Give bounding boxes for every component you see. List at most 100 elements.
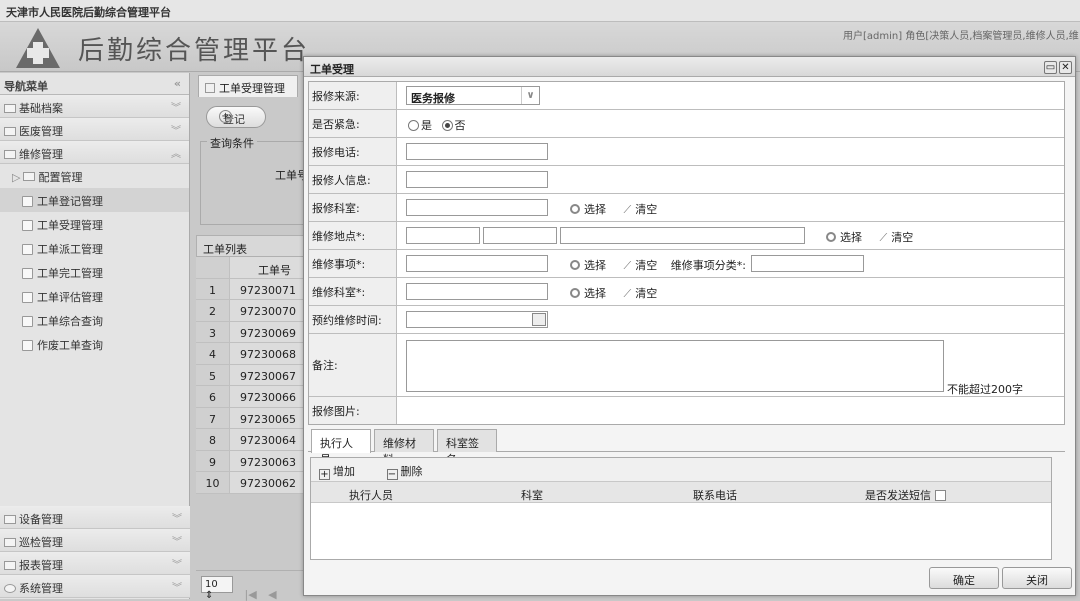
row-number: 9 (196, 450, 230, 471)
sidebar-section-medwaste[interactable]: 医废管理 ︾ (0, 118, 189, 141)
clear-button[interactable]: 清空 (891, 231, 913, 244)
folder-icon (4, 127, 16, 136)
sidebar-item-voided[interactable]: 作废工单查询 (0, 332, 189, 356)
sidebar-item-config[interactable]: ▷ 配置管理 (0, 164, 189, 188)
tab-work-order-accept[interactable]: 工单受理管理 (198, 75, 298, 97)
label-location: 维修地点*: (309, 222, 397, 249)
tab-dept-signature[interactable]: 科室签名 (437, 429, 497, 466)
row-urgent: 是否紧急: 是 否 (309, 110, 1064, 138)
document-icon (22, 220, 33, 231)
chevron-down-icon: ︾ (172, 514, 182, 525)
select-button[interactable]: 选择 (584, 203, 606, 216)
label-item-category: 维修事项分类*: (670, 259, 746, 272)
item-category-input[interactable] (751, 255, 864, 272)
prev-page-icon[interactable]: ◀ (268, 588, 276, 601)
sidebar-section-repair[interactable]: 维修管理 ︽ (0, 141, 189, 164)
sidebar-item-evaluate[interactable]: 工单评估管理 (0, 284, 189, 308)
table-row[interactable]: 4 97230068 (196, 343, 306, 365)
clear-button[interactable]: 清空 (635, 203, 657, 216)
panel-table-header: 执行人员 科室 联系电话 是否发送短信 (311, 482, 1051, 503)
row-number: 8 (196, 429, 230, 450)
appointment-input[interactable] (406, 311, 548, 328)
chevron-up-icon: ︽ (171, 149, 181, 160)
dept-input[interactable] (406, 199, 548, 216)
sidebar-section-system[interactable]: 系统管理 ︾ (0, 575, 190, 598)
label-reporter: 报修人信息: (309, 166, 397, 193)
folder-icon (4, 150, 16, 159)
label-source: 报修来源: (309, 82, 397, 109)
table-row[interactable]: 5 97230067 (196, 364, 306, 386)
location-input-3[interactable] (560, 227, 805, 244)
row-remark: 备注: 不能超过200字 (309, 334, 1064, 397)
sidebar-item-dispatch[interactable]: 工单派工管理 (0, 236, 189, 260)
maximize-icon[interactable]: ▭ (1044, 61, 1057, 74)
plus-icon: + (319, 469, 330, 480)
clear-button[interactable]: 清空 (635, 287, 657, 300)
table-row[interactable]: 9 97230063 (196, 450, 306, 472)
row-photo: 报修图片: (309, 397, 1064, 424)
calendar-icon[interactable] (532, 313, 546, 326)
table-row[interactable]: 1 97230071 (196, 278, 306, 300)
delete-button[interactable]: − 删除 (386, 465, 437, 480)
phone-input[interactable] (406, 143, 548, 160)
table-row[interactable]: 2 97230070 (196, 300, 306, 322)
select-button[interactable]: 选择 (584, 259, 606, 272)
add-label: 增加 (333, 465, 355, 478)
eraser-icon: ⟋ (623, 287, 632, 300)
first-page-icon[interactable]: |◀ (245, 588, 257, 601)
item-label: 工单登记管理 (37, 195, 103, 208)
row-id: 97230065 (240, 412, 296, 426)
query-legend: 查询条件 (207, 135, 257, 151)
table-row[interactable]: 3 97230069 (196, 321, 306, 343)
search-icon (826, 232, 836, 242)
remark-textarea[interactable] (406, 340, 944, 392)
table-row[interactable]: 6 97230066 (196, 386, 306, 408)
location-input-1[interactable] (406, 227, 480, 244)
table-row[interactable]: 7 97230065 (196, 407, 306, 429)
select-all-checkbox[interactable] (935, 490, 946, 501)
table-row[interactable]: 10 97230062 (196, 472, 306, 494)
column-phone: 联系电话 (693, 489, 737, 502)
sidebar-item-accept[interactable]: 工单受理管理 (0, 212, 189, 236)
search-icon (570, 260, 580, 270)
tab-materials[interactable]: 维修材料 (374, 429, 434, 466)
tab-executors[interactable]: 执行人员 (311, 429, 371, 466)
table-row[interactable]: 8 97230064 (196, 429, 306, 451)
radio-no[interactable] (441, 120, 453, 131)
sidebar-item-register[interactable]: 工单登记管理 (0, 188, 189, 212)
sidebar-section-equipment[interactable]: 设备管理 ︾ (0, 506, 190, 529)
plus-icon: + (219, 110, 232, 123)
reporter-input[interactable] (406, 171, 548, 188)
sidebar-section-reports[interactable]: 报表管理 ︾ (0, 552, 190, 575)
pager: 10 ⇕ |◀ ◀ (196, 570, 306, 601)
dialog-title: 工单受理 ▭ ✕ (304, 57, 1075, 77)
label-item: 维修事项*: (309, 250, 397, 277)
user-info: 用户[admin] 角色[决策人员,档案管理员,维修人员,维 (843, 31, 1079, 42)
add-button[interactable]: + 增加 (319, 465, 369, 480)
select-button[interactable]: 选择 (584, 287, 606, 300)
sidebar-item-complete[interactable]: 工单完工管理 (0, 260, 189, 284)
collapse-icon[interactable]: « (174, 77, 181, 90)
close-button[interactable]: 关闭 (1002, 567, 1072, 589)
location-input-2[interactable] (483, 227, 557, 244)
item-input[interactable] (406, 255, 548, 272)
radio-yes[interactable] (408, 120, 419, 131)
sidebar-item-query[interactable]: 工单综合查询 (0, 308, 189, 332)
item-label: 工单受理管理 (37, 219, 103, 232)
source-select[interactable]: 医务报修 ∨ (406, 86, 540, 105)
confirm-button[interactable]: 确定 (929, 567, 999, 589)
row-id: 97230068 (240, 348, 296, 361)
chevron-down-icon: ︾ (172, 583, 182, 594)
row-number: 10 (196, 472, 230, 493)
sub-tabs: 执行人员 维修材料 科室签名 (308, 429, 1065, 466)
sidebar-section-inspection[interactable]: 巡检管理 ︾ (0, 529, 190, 552)
sidebar-section-basic[interactable]: 基础档案 ︾ (0, 95, 189, 118)
close-icon[interactable]: ✕ (1059, 61, 1072, 74)
chevron-down-icon: ︾ (172, 537, 182, 548)
page-size-select[interactable]: 10 ⇕ (201, 576, 233, 601)
row-number: 7 (196, 407, 230, 428)
select-button[interactable]: 选择 (840, 231, 862, 244)
register-button[interactable]: + 登记 (206, 106, 266, 128)
clear-button[interactable]: 清空 (635, 259, 657, 272)
repair-dept-input[interactable] (406, 283, 548, 300)
